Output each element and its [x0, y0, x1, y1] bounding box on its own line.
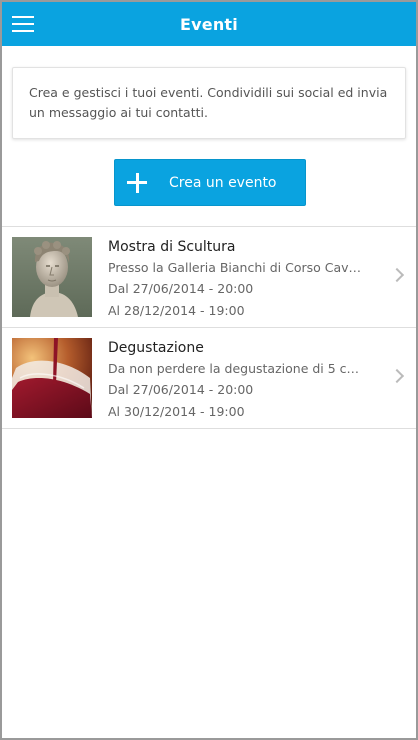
- event-description: Da non perdere la degustazione di 5 cali…: [108, 361, 364, 376]
- plus-icon: [127, 173, 147, 193]
- event-end-date: Al 28/12/2014 - 19:00: [108, 303, 245, 318]
- app-header: Eventi: [2, 2, 416, 46]
- intro-text: Crea e gestisci i tuoi eventi. Condividi…: [29, 85, 388, 120]
- intro-card: Crea e gestisci i tuoi eventi. Condividi…: [12, 67, 406, 139]
- wine-glass-thumbnail: [12, 338, 92, 418]
- create-event-label: Crea un evento: [169, 175, 277, 191]
- page-title: Eventi: [180, 15, 238, 34]
- event-item-tasting[interactable]: Degustazione Da non perdere la degustazi…: [2, 328, 416, 428]
- event-end-date: Al 30/12/2014 - 19:00: [108, 404, 245, 419]
- create-event-button[interactable]: Crea un evento: [114, 159, 306, 206]
- event-description: Presso la Galleria Bianchi di Corso Cavo…: [108, 260, 364, 275]
- event-title: Mostra di Scultura: [108, 239, 236, 255]
- sculpture-thumbnail: [12, 237, 92, 317]
- event-title: Degustazione: [108, 340, 204, 356]
- chevron-right-icon: [389, 368, 405, 384]
- events-list: Mostra di Scultura Presso la Galleria Bi…: [2, 226, 416, 429]
- list-divider: [2, 428, 416, 429]
- event-item-sculpture[interactable]: Mostra di Scultura Presso la Galleria Bi…: [2, 227, 416, 327]
- event-start-date: Dal 27/06/2014 - 20:00: [108, 382, 254, 397]
- event-start-date: Dal 27/06/2014 - 20:00: [108, 281, 254, 296]
- app-frame: Eventi Crea e gestisci i tuoi eventi. Co…: [0, 0, 418, 740]
- chevron-right-icon: [389, 267, 405, 283]
